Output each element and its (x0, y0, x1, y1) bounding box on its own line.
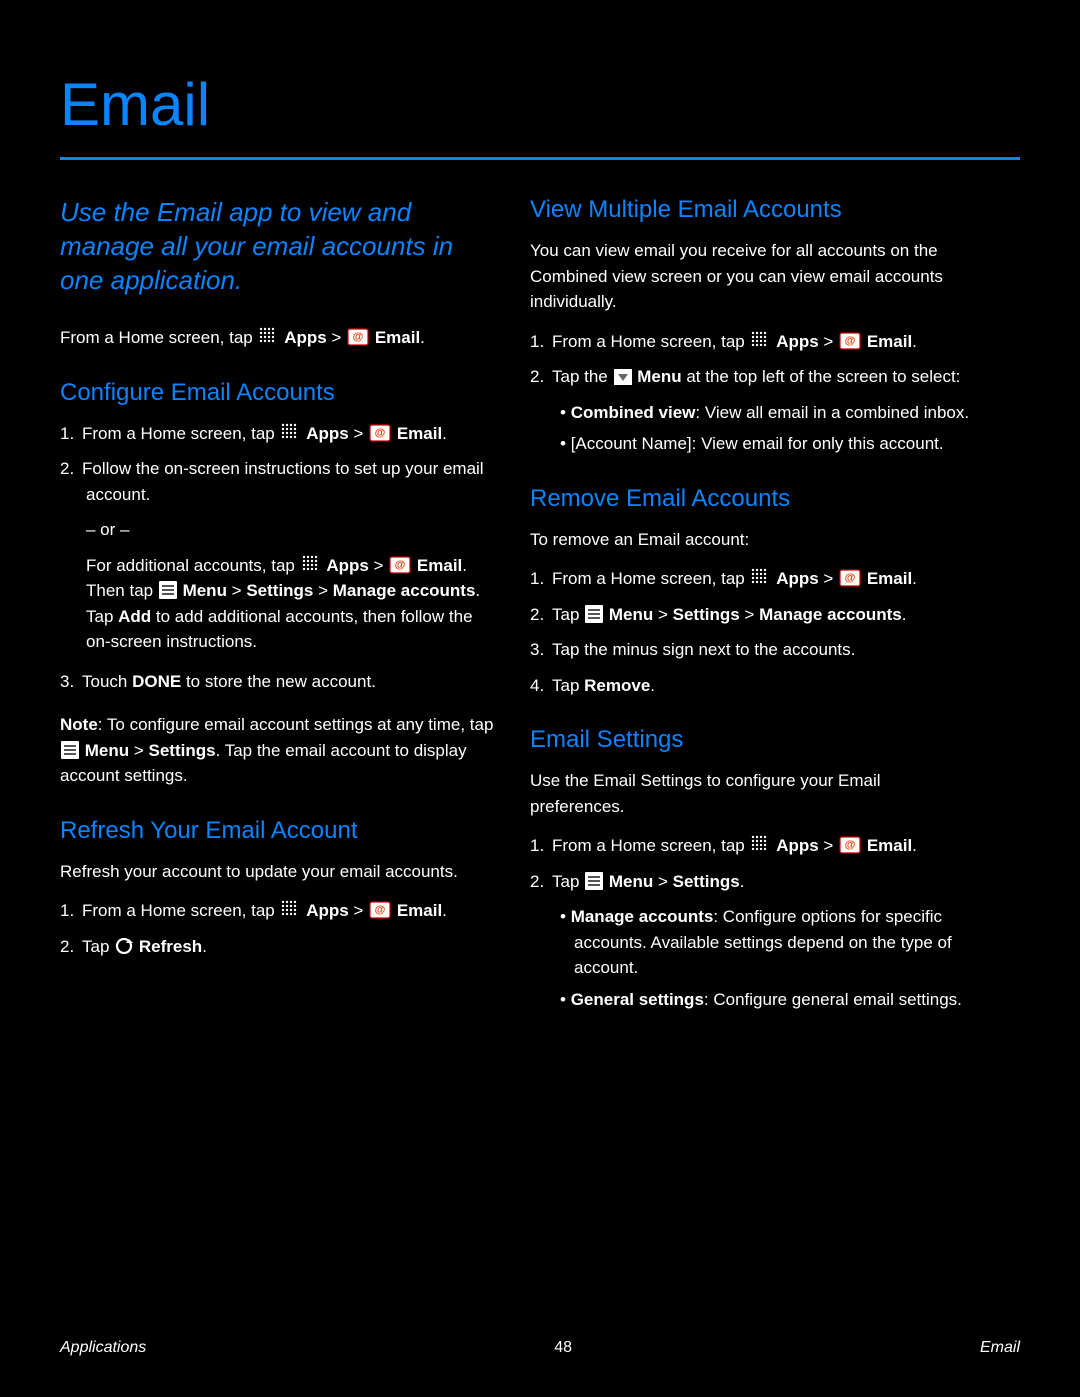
refresh-step-1: 1.From a Home screen, tap Apps > Email. (60, 898, 500, 924)
remove-step-4: 4.Tap Remove. (530, 673, 970, 699)
remove-step-3: 3.Tap the minus sign next to the account… (530, 637, 970, 663)
apps-icon (301, 554, 321, 574)
apps-icon (258, 326, 278, 346)
view-step-1: 1.From a Home screen, tap Apps > Email. (530, 329, 970, 355)
email-icon (369, 422, 391, 442)
email-icon (347, 326, 369, 346)
dropdown-icon (614, 369, 632, 385)
heading-view: View Multiple Email Accounts (530, 196, 970, 224)
heading-configure: Configure Email Accounts (60, 379, 500, 407)
heading-settings: Email Settings (530, 726, 970, 754)
apps-icon (280, 899, 300, 919)
apps-icon (750, 567, 770, 587)
heading-remove: Remove Email Accounts (530, 485, 970, 513)
right-column: View Multiple Email Accounts You can vie… (530, 196, 970, 1018)
menu-icon (61, 741, 79, 759)
left-column: Use the Email app to view and manage all… (60, 196, 500, 1018)
title-rule (60, 157, 1020, 160)
configure-step-1: 1.From a Home screen, tap Apps > Email. (60, 421, 500, 447)
configure-note: Note: To configure email account setting… (60, 712, 500, 789)
apps-icon (750, 330, 770, 350)
settings-step-2: 2.Tap Menu > Settings. (530, 869, 970, 895)
view-option-combined: • Combined view: View all email in a com… (530, 400, 970, 426)
email-icon (389, 554, 411, 574)
footer-left: Applications (60, 1339, 146, 1357)
configure-step-2: 2.Follow the on-screen instructions to s… (60, 456, 500, 507)
view-step-2: 2.Tap the Menu at the top left of the sc… (530, 364, 970, 390)
footer-right: Email (980, 1339, 1020, 1357)
refresh-lead: Refresh your account to update your emai… (60, 859, 500, 885)
menu-icon (159, 581, 177, 599)
refresh-step-2: 2.Tap Refresh. (60, 934, 500, 960)
email-icon (839, 567, 861, 587)
email-icon (369, 899, 391, 919)
settings-option-manage: • Manage accounts: Configure options for… (530, 904, 970, 981)
email-icon (839, 330, 861, 350)
settings-lead: Use the Email Settings to configure your… (530, 768, 970, 819)
remove-lead: To remove an Email account: (530, 527, 970, 553)
footer-page-number: 48 (554, 1339, 572, 1357)
launch-instruction: From a Home screen, tap Apps > Email. (60, 325, 500, 351)
page-footer: Applications 48 Email (60, 1339, 1020, 1357)
remove-step-2: 2.Tap Menu > Settings > Manage accounts. (530, 602, 970, 628)
heading-refresh: Refresh Your Email Account (60, 817, 500, 845)
remove-step-1: 1.From a Home screen, tap Apps > Email. (530, 566, 970, 592)
menu-icon (585, 605, 603, 623)
page-title: Email (60, 70, 1020, 139)
settings-step-1: 1.From a Home screen, tap Apps > Email. (530, 833, 970, 859)
view-option-account: • [Account Name]: View email for only th… (530, 431, 970, 457)
refresh-icon (115, 937, 133, 955)
menu-icon (585, 872, 603, 890)
configure-alt: For additional accounts, tap Apps > Emai… (60, 553, 500, 655)
apps-icon (750, 834, 770, 854)
view-lead: You can view email you receive for all a… (530, 238, 970, 315)
email-icon (839, 834, 861, 854)
page-intro: Use the Email app to view and manage all… (60, 196, 500, 297)
or-separator: – or – (86, 517, 500, 543)
settings-option-general: • General settings: Configure general em… (530, 987, 970, 1013)
configure-step-3: 3.Touch DONE to store the new account. (60, 669, 500, 695)
apps-icon (280, 422, 300, 442)
